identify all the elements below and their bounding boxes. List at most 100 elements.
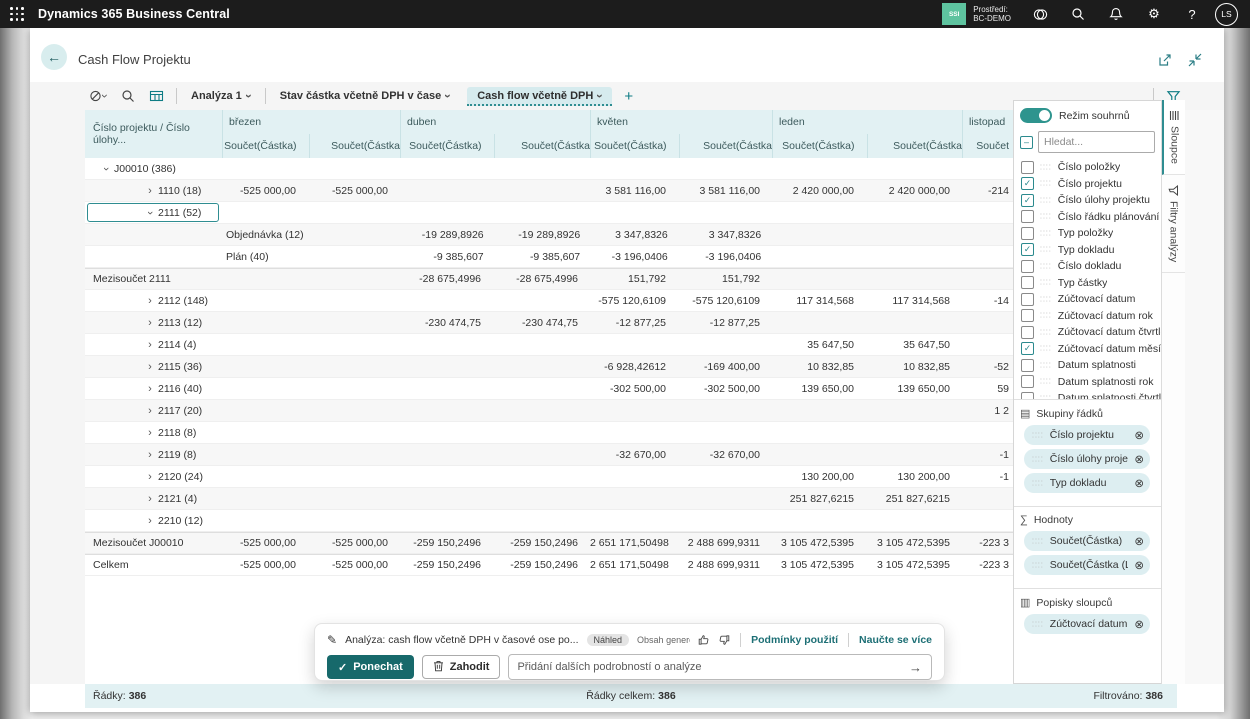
- row-label-cell[interactable]: Plán (40): [85, 246, 226, 268]
- row-label-cell[interactable]: ›2210 (12): [85, 510, 222, 532]
- show-as-chart-icon[interactable]: ›: [82, 82, 114, 110]
- value-cell[interactable]: 10 832,85: [772, 356, 866, 378]
- collapse-icon[interactable]: [1188, 53, 1202, 72]
- field-pill[interactable]: ::::Zúčtovací datum m...⊗: [1024, 614, 1150, 634]
- expand-chevron-icon[interactable]: ›: [142, 515, 158, 527]
- value-cell[interactable]: -12 877,25: [678, 312, 772, 334]
- tab-cash-flow-active[interactable]: Cash flow včetně DPH›: [467, 87, 612, 106]
- expand-chevron-icon[interactable]: ›: [142, 295, 158, 307]
- send-arrow-icon[interactable]: →: [900, 660, 931, 675]
- row-label-cell[interactable]: ›2111 (52): [85, 202, 222, 224]
- field-checkbox[interactable]: [1021, 227, 1034, 240]
- value-cell[interactable]: 3 581 116,00: [590, 180, 678, 202]
- row-label-cell[interactable]: ›2113 (12): [85, 312, 222, 334]
- value-cell[interactable]: -19 289,8926: [403, 224, 496, 246]
- drag-handle-icon[interactable]: ::::: [1032, 430, 1044, 439]
- value-cell[interactable]: 10 832,85: [866, 356, 962, 378]
- value-cell[interactable]: -230 474,75: [493, 312, 590, 334]
- open-in-new-window-icon[interactable]: [1158, 53, 1172, 72]
- value-cell[interactable]: 2 651 171,50498: [590, 532, 678, 554]
- value-cell[interactable]: 151,792: [678, 268, 772, 290]
- field-checkbox[interactable]: ✓: [1021, 243, 1034, 256]
- value-cell[interactable]: -14: [962, 290, 1013, 312]
- help-icon[interactable]: ?: [1173, 0, 1211, 28]
- expand-chevron-icon[interactable]: ›: [142, 383, 158, 395]
- row-label-cell[interactable]: Celkem: [85, 554, 222, 576]
- value-cell[interactable]: 35 647,50: [772, 334, 866, 356]
- search-rows-icon[interactable]: [114, 82, 142, 110]
- drag-handle-icon[interactable]: ::::: [1040, 179, 1052, 188]
- value-cell[interactable]: -9 385,607: [403, 246, 496, 268]
- field-checkbox[interactable]: [1021, 309, 1034, 322]
- tab-analysis-filters[interactable]: Filtry analýzy: [1162, 175, 1185, 273]
- expand-chevron-icon[interactable]: ›: [142, 471, 158, 483]
- drag-handle-icon[interactable]: ::::: [1032, 454, 1044, 463]
- field-checkbox[interactable]: ✓: [1021, 342, 1034, 355]
- field-pill[interactable]: ::::Součet(Částka)⊗: [1024, 531, 1150, 551]
- expand-chevron-icon[interactable]: ›: [142, 339, 158, 351]
- value-cell[interactable]: 130 200,00: [866, 466, 962, 488]
- field-checkbox[interactable]: [1021, 161, 1034, 174]
- value-cell[interactable]: 59: [962, 378, 1013, 400]
- value-cell[interactable]: 2 651 171,50498: [590, 554, 678, 576]
- value-cell[interactable]: 117 314,568: [772, 290, 866, 312]
- value-cell[interactable]: -28 675,4996: [493, 268, 590, 290]
- row-label-cell[interactable]: ›1110 (18): [85, 180, 222, 202]
- field-pill[interactable]: ::::Číslo projektu⊗: [1024, 425, 1150, 445]
- remove-icon[interactable]: ⊗: [1134, 617, 1144, 631]
- value-cell[interactable]: -525 000,00: [308, 532, 400, 554]
- drag-handle-icon[interactable]: ::::: [1032, 619, 1044, 628]
- value-cell[interactable]: -3 196,0406: [592, 246, 680, 268]
- value-cell[interactable]: -259 150,2496: [400, 554, 493, 576]
- value-cell[interactable]: -525 000,00: [222, 180, 308, 202]
- value-cell[interactable]: 3 105 472,5395: [772, 554, 866, 576]
- value-cell[interactable]: 2 420 000,00: [772, 180, 866, 202]
- row-label-cell[interactable]: Objednávka (12): [85, 224, 226, 246]
- value-cell[interactable]: 130 200,00: [772, 466, 866, 488]
- drag-handle-icon[interactable]: ::::: [1040, 328, 1052, 337]
- analysis-menu[interactable]: Analýza 1›: [182, 90, 260, 102]
- expand-chevron-icon[interactable]: ›: [142, 361, 158, 373]
- expand-chevron-icon[interactable]: ›: [142, 493, 158, 505]
- field-checkbox[interactable]: [1021, 260, 1034, 273]
- analysis-mode-grid-icon[interactable]: [142, 82, 171, 110]
- discard-button[interactable]: Zahodit: [422, 655, 501, 679]
- row-label-cell[interactable]: ›2117 (20): [85, 400, 222, 422]
- value-cell[interactable]: -6 928,42612: [590, 356, 678, 378]
- org-badge[interactable]: SSI: [942, 3, 966, 25]
- row-label-cell[interactable]: Mezisoučet 2111: [85, 268, 222, 290]
- value-cell[interactable]: 3 105 472,5395: [866, 532, 962, 554]
- value-cell[interactable]: -525 000,00: [222, 532, 308, 554]
- drag-handle-icon[interactable]: ::::: [1040, 295, 1052, 304]
- field-pill[interactable]: ::::Číslo úlohy projektu⊗: [1024, 449, 1150, 469]
- field-pill[interactable]: ::::Součet(Částka (LM))⊗: [1024, 555, 1150, 575]
- drag-handle-icon[interactable]: ::::: [1040, 245, 1052, 254]
- ai-prompt-input[interactable]: [509, 661, 900, 673]
- keep-button[interactable]: ✓Ponechat: [327, 655, 414, 679]
- drag-handle-icon[interactable]: ::::: [1040, 163, 1052, 172]
- value-cell[interactable]: 2 488 699,9311: [678, 554, 772, 576]
- value-cell[interactable]: -525 000,00: [308, 554, 400, 576]
- value-cell[interactable]: 2 420 000,00: [866, 180, 962, 202]
- remove-icon[interactable]: ⊗: [1134, 558, 1144, 572]
- row-label-cell[interactable]: ›2116 (40): [85, 378, 222, 400]
- value-cell[interactable]: -223 3: [962, 554, 1013, 576]
- add-analysis-tab-button[interactable]: +: [612, 88, 645, 105]
- drag-handle-icon[interactable]: ::::: [1040, 361, 1052, 370]
- back-button[interactable]: ←: [41, 44, 67, 70]
- value-cell[interactable]: -575 120,6109: [678, 290, 772, 312]
- value-cell[interactable]: 3 105 472,5395: [866, 554, 962, 576]
- value-cell[interactable]: 117 314,568: [866, 290, 962, 312]
- value-cell[interactable]: -230 474,75: [400, 312, 493, 334]
- thumbs-up-icon[interactable]: [698, 634, 710, 646]
- value-cell[interactable]: 3 105 472,5395: [772, 532, 866, 554]
- fields-search-input[interactable]: [1038, 131, 1155, 153]
- value-cell[interactable]: 151,792: [590, 268, 678, 290]
- collapse-chevron-icon[interactable]: ›: [100, 161, 112, 177]
- value-cell[interactable]: -214: [962, 180, 1013, 202]
- row-label-cell[interactable]: ›2118 (8): [85, 422, 222, 444]
- field-checkbox[interactable]: ✓: [1021, 194, 1034, 207]
- drag-handle-icon[interactable]: ::::: [1032, 560, 1044, 569]
- field-checkbox[interactable]: [1021, 210, 1034, 223]
- value-cell[interactable]: 35 647,50: [866, 334, 962, 356]
